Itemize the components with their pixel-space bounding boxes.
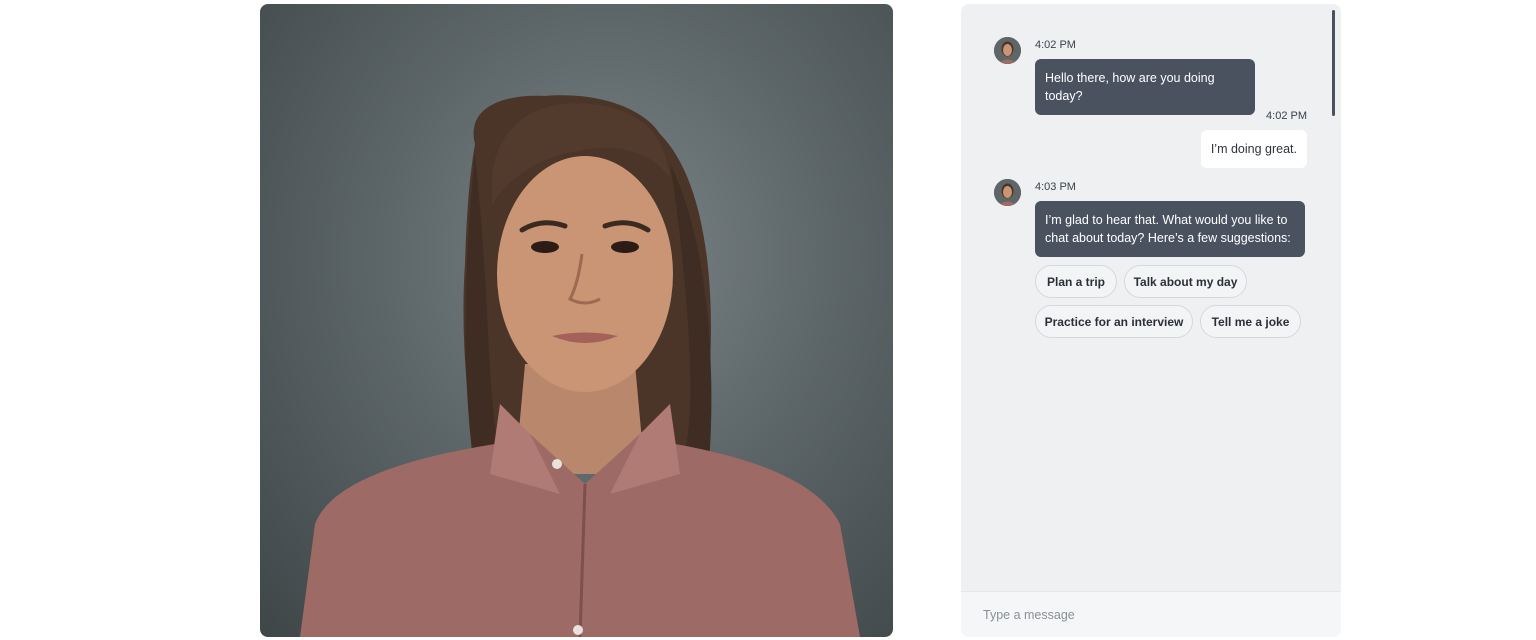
assistant-message-bubble: Hello there, how are you doing today? [1035, 59, 1255, 115]
assistant-avatar [994, 179, 1021, 206]
avatar-video [260, 4, 893, 637]
assistant-avatar [994, 37, 1021, 64]
user-message-bubble: I’m doing great. [1200, 130, 1307, 168]
chat-scrollbar[interactable] [1332, 10, 1335, 116]
assistant-message-bubble: I’m glad to hear that. What would you li… [1035, 201, 1305, 257]
suggestion-chip-talk-about-day[interactable]: Talk about my day [1124, 265, 1247, 298]
suggestion-chip-practice-interview[interactable]: Practice for an interview [1035, 305, 1193, 338]
suggestion-chip-tell-joke[interactable]: Tell me a joke [1200, 305, 1301, 338]
assistant-avatar-icon [994, 37, 1021, 64]
message-timestamp: 4:02 PM [1035, 39, 1076, 51]
assistant-avatar-icon [994, 179, 1021, 206]
chat-panel: 4:02 PM Hello there, how are you doing t… [961, 4, 1341, 637]
suggestion-chip-plan-trip[interactable]: Plan a trip [1035, 265, 1117, 298]
woman-portrait-image [300, 95, 860, 637]
message-timestamp: 4:03 PM [1035, 181, 1076, 193]
message-timestamp: 4:02 PM [1266, 110, 1307, 122]
message-input-bar [961, 591, 1341, 637]
message-input[interactable] [981, 604, 1315, 626]
